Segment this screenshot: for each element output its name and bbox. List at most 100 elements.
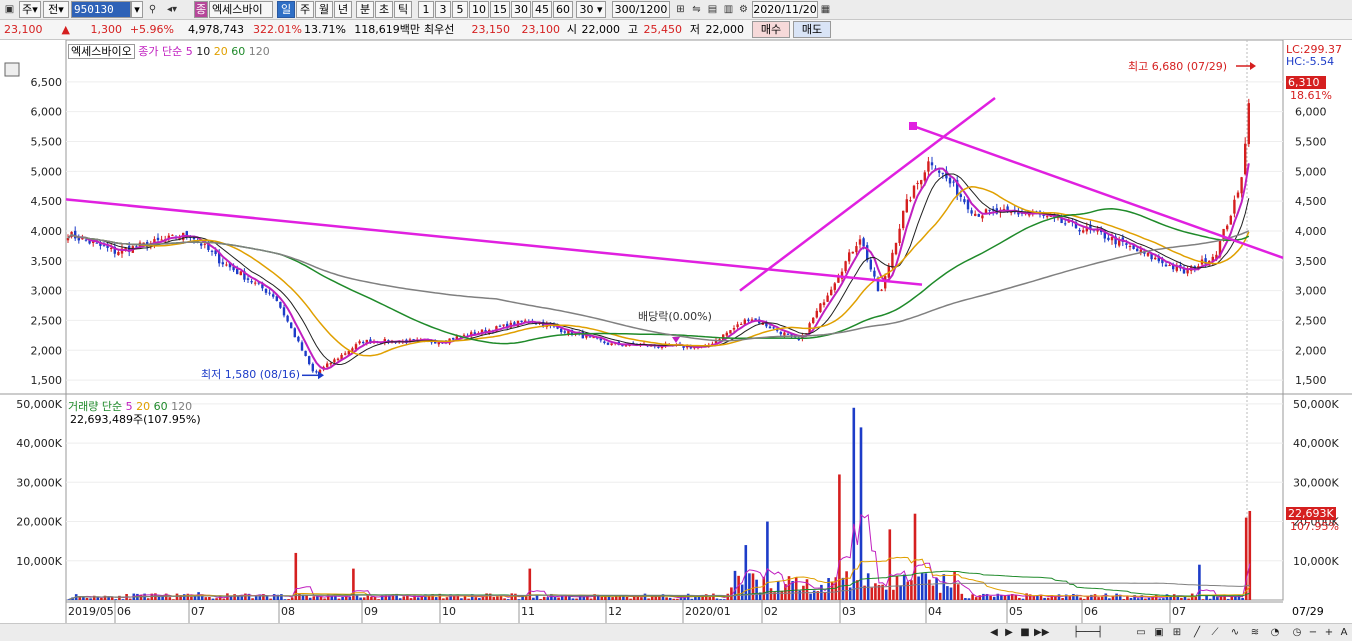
search-icon[interactable]: ⚲ — [145, 2, 160, 17]
sound-icon[interactable]: ◂▾ — [161, 2, 183, 17]
volume-bar — [175, 593, 179, 600]
volume-bar — [654, 596, 658, 600]
interval-1[interactable]: 1 — [418, 1, 434, 18]
custom-interval-select[interactable]: 30 ▾ — [576, 1, 606, 18]
interval-60[interactable]: 60 — [553, 1, 573, 18]
volume-bar — [514, 593, 517, 600]
candle-body — [286, 315, 289, 322]
calendar-icon[interactable]: ▦ — [818, 2, 833, 17]
candle-body — [920, 180, 923, 185]
period-day[interactable]: 일 — [277, 1, 295, 18]
sell-button[interactable]: 매도 — [793, 21, 831, 38]
candle-body — [1229, 215, 1232, 225]
type-label: 전 — [48, 3, 59, 16]
candle-body — [923, 172, 926, 181]
candle-body — [725, 332, 728, 336]
layout-icon[interactable]: ▣ — [2, 2, 17, 17]
disk-icon[interactable]: ▥ — [721, 2, 736, 17]
zoom-out-icon[interactable]: − — [1306, 625, 1320, 640]
candle-body — [858, 239, 862, 245]
volume-bar — [244, 593, 247, 600]
period-year[interactable]: 년 — [334, 1, 352, 18]
count-input[interactable]: 300/1200 — [612, 1, 670, 18]
candle-body — [84, 239, 88, 241]
interval-30[interactable]: 30 — [511, 1, 531, 18]
window-icon[interactable]: ▭ — [1134, 625, 1148, 640]
volume-bar — [1097, 597, 1100, 600]
candle-body — [300, 342, 304, 351]
clock-icon[interactable]: ◷ — [1290, 625, 1304, 640]
candle-body — [855, 246, 858, 253]
tile-icon[interactable]: ▣ — [1152, 625, 1166, 640]
candle-body — [610, 343, 613, 346]
volume-bar — [355, 594, 359, 600]
chart-svg[interactable]: 1,500 1,500 2,000 2,000 2,500 2,500 3,000 3,000… — [0, 40, 1352, 623]
x-tick-label: 11 — [521, 605, 535, 618]
date-input[interactable]: 2020/11/20 — [752, 1, 818, 18]
volume-bar — [625, 596, 629, 600]
indicator-icon[interactable]: ∿ — [1228, 625, 1242, 640]
interval-45[interactable]: 45 — [532, 1, 552, 18]
volume-bar — [1072, 593, 1075, 600]
gear-icon[interactable]: ⚙ — [736, 2, 751, 17]
code-dropdown-icon[interactable]: ▾ — [131, 1, 143, 18]
buy-button[interactable]: 매수 — [752, 21, 790, 38]
candle-body — [851, 251, 854, 254]
candle-body — [171, 234, 174, 236]
candle-body — [862, 238, 865, 247]
candle-body — [297, 336, 300, 342]
candle-body — [783, 332, 786, 336]
save-icon[interactable]: ▤ — [705, 2, 720, 17]
candle-body — [963, 199, 966, 203]
period-tick[interactable]: 틱 — [394, 1, 412, 18]
candle-body — [981, 215, 984, 219]
compare-icon[interactable]: ⇋ — [689, 2, 704, 17]
period-month[interactable]: 월 — [315, 1, 333, 18]
type-select[interactable]: 전▾ — [43, 1, 69, 18]
volume-bar — [895, 576, 899, 600]
draw-line-icon[interactable]: ╱ — [1190, 625, 1204, 640]
code-input[interactable]: 950130 — [71, 1, 131, 18]
candle-body — [869, 259, 872, 270]
draw-trend-icon[interactable]: ⟋ — [1208, 625, 1222, 640]
market-label: 주 — [22, 3, 33, 16]
candle-body — [941, 172, 944, 174]
period-minute[interactable]: 분 — [356, 1, 374, 18]
stock-name-field[interactable]: 엑세스바이 — [209, 1, 273, 18]
volume-bar — [938, 592, 942, 600]
font-size-icon[interactable]: A — [1337, 625, 1351, 640]
volume-bar — [359, 597, 362, 600]
volume-bar — [762, 576, 766, 600]
overlay-icon[interactable]: ◔ — [1268, 625, 1282, 640]
candle-body — [1240, 177, 1243, 194]
chart-area[interactable]: 1,500 1,500 2,000 2,000 2,500 2,500 3,000 3,000… — [0, 40, 1352, 623]
interval-3[interactable]: 3 — [435, 1, 451, 18]
stop-icon[interactable]: ■ — [1018, 625, 1032, 640]
rewind-icon[interactable]: ◀ — [987, 625, 1001, 640]
quote-open: 22,000 — [581, 23, 621, 36]
volume-bar — [902, 574, 906, 600]
volume-tick-right: 30,000K — [1293, 476, 1339, 489]
candle-body — [1244, 143, 1247, 175]
fast-forward-icon[interactable]: ▶▶ — [1034, 625, 1049, 640]
play-back-icon[interactable]: ▶ — [1002, 625, 1016, 640]
zoom-in-icon[interactable]: + — [1322, 625, 1336, 640]
grid-icon[interactable]: ⊞ — [1170, 625, 1184, 640]
volume-bar — [1043, 597, 1046, 600]
chart-type-icon[interactable]: ⊞ — [673, 2, 688, 17]
volume-bar — [312, 596, 316, 600]
interval-15[interactable]: 15 — [490, 1, 510, 18]
interval-10[interactable]: 10 — [469, 1, 489, 18]
price-tick-left: 5,000 — [31, 165, 63, 178]
period-second[interactable]: 초 — [375, 1, 393, 18]
period-week[interactable]: 주 — [296, 1, 314, 18]
volume-bar — [1032, 596, 1036, 600]
candle-body — [873, 270, 876, 277]
interval-5[interactable]: 5 — [452, 1, 468, 18]
candle-body — [894, 242, 898, 255]
mini-chart-icon[interactable]: ≋ — [1248, 625, 1262, 640]
candle-body — [210, 250, 214, 252]
zoom-slider[interactable]: ├───┤ — [1058, 625, 1118, 640]
market-select[interactable]: 주▾ — [19, 1, 41, 18]
legend-stock-name: 엑세스바이오 — [68, 44, 135, 59]
